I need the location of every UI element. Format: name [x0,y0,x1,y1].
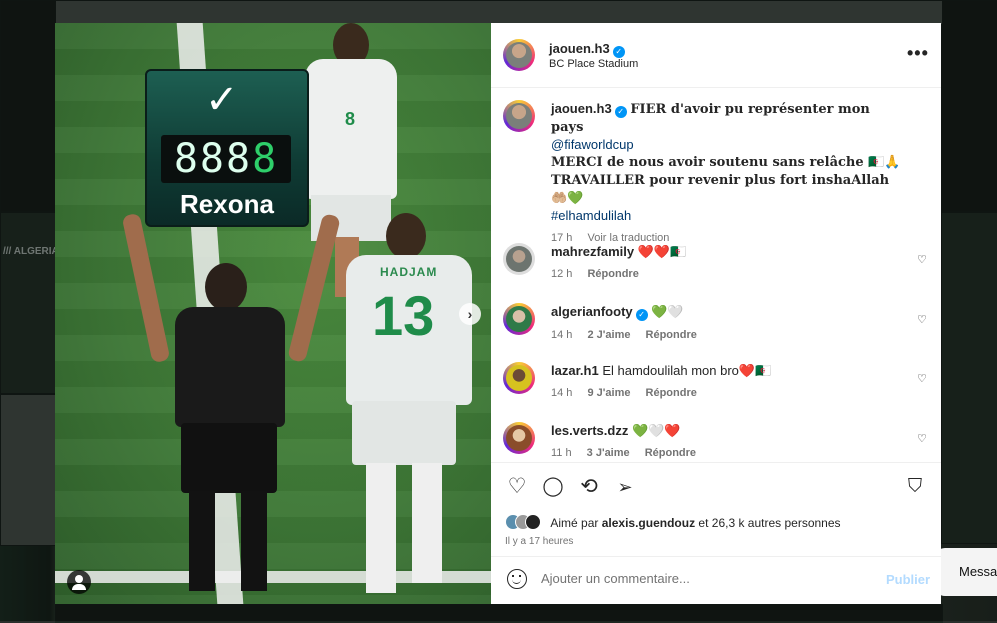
comment-body: algerianfooty ✓ 💚🤍 14 h 2 J'aime Répondre [551,303,901,344]
player-name: HADJAM [380,265,438,279]
verified-badge-icon: ✓ [635,309,648,321]
liker-avatars[interactable] [505,514,541,530]
comment-time: 12 h [551,268,573,280]
board-digits-lit: 8 [252,136,279,182]
comment-icon[interactable]: ◯ [541,475,565,499]
commenter-avatar[interactable] [503,303,535,335]
like-comment-icon[interactable]: ♡ [917,432,927,445]
comments-section[interactable]: jaouen.h3 ✓ FIER d'avoir pu représenter m… [491,88,941,462]
comment-body: les.verts.dzz 💚🤍❤️ 11 h 3 J'aime Répondr… [551,422,901,462]
player-leg [412,463,442,583]
author-avatar[interactable] [503,39,535,71]
commenter-username[interactable]: mahrezfamily [551,244,634,259]
comment-meta: 11 h 3 J'aime Répondre [551,445,901,462]
caption-username[interactable]: jaouen.h3 [551,101,612,116]
substitution-board: ✓ 8888 Rexona [145,69,309,227]
comment-text: 💚🤍❤️ [631,423,681,438]
author-username[interactable]: jaouen.h3 [549,41,610,56]
comment-text: ❤️❤️🇩🇿 [637,244,687,259]
comment-likes[interactable]: 9 J'aime [587,387,630,399]
caption-text: MERCI de nous avoir soutenu sans relâche… [551,155,901,170]
board-digits: 8888 [161,135,291,183]
caption-text: TRAVAILLER pour revenir plus fort inshaA… [551,173,890,206]
post-header: jaouen.h3 ✓ BC Place Stadium ••• [491,23,941,88]
commenter-username[interactable]: lazar.h1 [551,363,599,378]
post-location[interactable]: BC Place Stadium [549,58,638,70]
reply-button[interactable]: Répondre [587,268,638,280]
like-comment-icon[interactable]: ♡ [917,253,927,266]
referee-figure [121,212,341,593]
caption-body: jaouen.h3 ✓ FIER d'avoir pu représenter m… [551,100,901,247]
liked-by-user[interactable]: alexis.guendouz [602,516,695,530]
board-digits-dim: 888 [173,136,253,182]
caption-hashtag[interactable]: #elhamdulilah [551,208,631,223]
comment-text: El hamdoulilah mon bro❤️🇩🇿 [602,363,772,378]
checkmark-icon: ✓ [205,78,239,122]
referee-torso [175,307,285,427]
commenter-avatar[interactable] [503,422,535,454]
emoji-icon[interactable] [507,569,527,589]
player-13-figure: HADJAM 13 [340,213,480,603]
referee-leg [241,491,267,591]
likes-summary: Aimé par alexis.guendouz et 26,3 k autre… [505,514,841,530]
next-image-button[interactable]: › [459,303,481,325]
author-avatar[interactable] [503,100,535,132]
comment-text: 💚🤍 [651,304,684,319]
reply-button[interactable]: Répondre [645,447,696,459]
player-number: 13 [372,284,435,347]
comment-body: lazar.h1 El hamdoulilah mon bro❤️🇩🇿 14 h… [551,362,901,402]
player-leg [366,463,396,593]
board-brand: Rexona [180,189,274,219]
post-image[interactable]: 8 ✓ 8888 Rexona HADJAM 13 › [55,23,491,604]
commenter-username[interactable]: les.verts.dzz [551,423,628,438]
like-comment-icon[interactable]: ♡ [917,372,927,385]
verified-badge-icon: ✓ [612,46,625,58]
reply-button[interactable]: Répondre [646,329,697,341]
comment-time: 14 h [551,387,573,399]
referee-leg [189,491,215,591]
posted-time[interactable]: Il y a 17 heures [505,536,573,547]
commenter-avatar[interactable] [503,362,535,394]
comment-likes[interactable]: 2 J'aime [587,329,630,341]
caption-mention[interactable]: @fifaworldcup [551,137,634,152]
comment-meta: 14 h 9 J'aime Répondre [551,385,901,402]
publish-button[interactable]: Publier [886,572,930,587]
share-icon[interactable]: ➢ [613,475,637,499]
player-head [386,213,426,259]
like-icon[interactable]: ♡ [505,475,529,499]
comment-time: 14 h [551,329,573,341]
post-modal: 8 ✓ 8888 Rexona HADJAM 13 › jaouen.h3 ✓ … [55,23,941,604]
more-options-icon[interactable]: ••• [907,43,929,64]
commenter-username[interactable]: algerianfooty [551,304,633,319]
reply-button[interactable]: Répondre [646,387,697,399]
comment-likes[interactable]: 3 J'aime [587,447,630,459]
referee-head [205,263,247,311]
comment-input[interactable] [541,571,861,586]
commenter-avatar[interactable] [503,243,535,275]
verified-badge-icon: ✓ [614,106,627,118]
liked-by-prefix: Aimé par [550,516,599,530]
player-8-number: 8 [345,109,356,129]
liked-by-suffix[interactable]: et 26,3 k autres personnes [698,516,840,530]
comment-time: 11 h [551,447,572,459]
liker-avatar [525,514,541,530]
like-comment-icon[interactable]: ♡ [917,313,927,326]
player-shorts [352,401,456,465]
post-panel: jaouen.h3 ✓ BC Place Stadium ••• jaouen.h… [491,23,941,604]
comment-body: mahrezfamily ❤️❤️🇩🇿 12 h Répondre [551,243,901,283]
messages-button[interactable]: Messa [935,548,997,596]
save-icon[interactable]: ⛉ [903,475,927,499]
comment-meta: 12 h Répondre [551,266,901,283]
tagged-users-icon[interactable] [67,570,91,594]
comment-meta: 14 h 2 J'aime Répondre [551,327,901,344]
repost-icon[interactable]: ⟲ [577,475,601,499]
add-comment-bar: Publier [491,556,941,605]
post-actions: ♡ ◯ ⟲ ➢ ⛉ Aimé par alexis.guendouz et 26… [491,462,941,557]
referee-shorts [181,423,277,493]
author-info: jaouen.h3 ✓ BC Place Stadium [549,40,638,70]
